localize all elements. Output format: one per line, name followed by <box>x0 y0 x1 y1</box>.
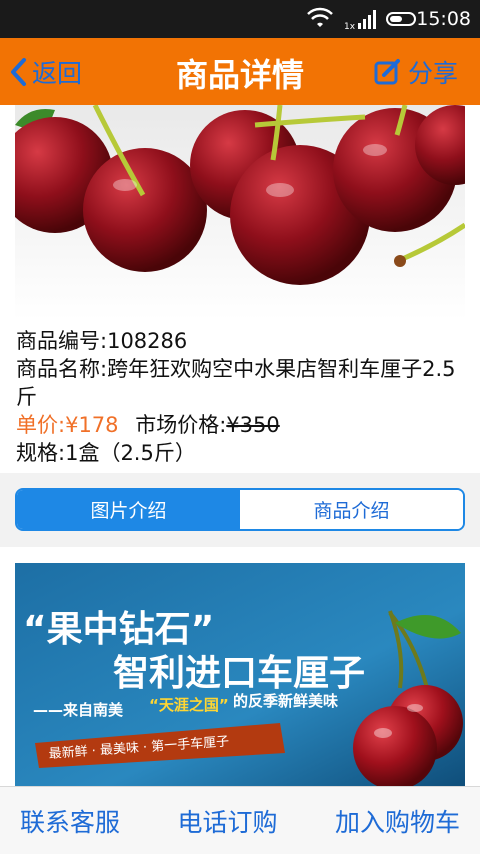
spec-value: 1盒（2.5斤） <box>65 441 196 465</box>
product-code: 108286 <box>107 329 188 353</box>
product-image <box>15 105 465 321</box>
market-price: ¥350 <box>226 413 280 437</box>
share-button[interactable]: 分享 <box>374 54 458 90</box>
edit-share-icon <box>374 59 400 85</box>
banner-subline-suffix: 的反季新鲜美味 <box>233 692 338 710</box>
product-name-row: 商品名称:跨年狂欢购空中水果店智利车厘子2.5斤 <box>16 355 466 411</box>
product-code-row: 商品编号:108286 <box>16 327 466 355</box>
banner-headline-1: “果中钻石” <box>23 609 214 650</box>
market-price-label: 市场价格: <box>135 413 227 437</box>
signal-label: 1x <box>344 22 356 31</box>
banner-headline-2: 智利进口车厘子 <box>113 653 365 694</box>
product-info: 商品编号:108286 商品名称:跨年狂欢购空中水果店智利车厘子2.5斤 单价:… <box>16 327 466 467</box>
detail-tabs: 图片介绍 商品介绍 <box>15 488 465 531</box>
unit-price: ¥178 <box>65 413 119 437</box>
banner-subline-quote: “天涯之国” <box>149 696 229 714</box>
content-scroll[interactable]: 商品编号:108286 商品名称:跨年狂欢购空中水果店智利车厘子2.5斤 单价:… <box>0 105 480 786</box>
status-time: 15:08 <box>416 8 471 30</box>
tab-image-intro[interactable]: 图片介绍 <box>17 490 240 529</box>
product-name-label: 商品名称: <box>16 357 108 381</box>
wifi-icon <box>307 7 333 27</box>
phone-order-button[interactable]: 电话订购 <box>177 803 277 839</box>
status-bar: 1x 15:08 <box>0 0 480 38</box>
promo-banner: “果中钻石” 智利进口车厘子 ——来自南美 “天涯之国” 的反季新鲜美味 最新鲜… <box>15 563 465 786</box>
banner-subline-prefix: ——来自南美 <box>33 701 124 719</box>
tab-product-intro[interactable]: 商品介绍 <box>240 490 463 529</box>
signal-icon: 1x <box>344 10 376 31</box>
header: 返回 商品详情 分享 <box>0 38 480 105</box>
share-label: 分享 <box>407 59 458 88</box>
price-row: 单价:¥178 市场价格:¥350 <box>16 411 466 439</box>
contact-service-button[interactable]: 联系客服 <box>20 803 120 839</box>
unit-price-label: 单价: <box>16 413 66 437</box>
spec-label: 规格: <box>16 441 66 465</box>
product-code-label: 商品编号: <box>16 329 108 353</box>
battery-icon <box>386 12 416 26</box>
bottom-action-bar: 联系客服 电话订购 加入购物车 <box>0 786 480 854</box>
spec-row: 规格:1盒（2.5斤） <box>16 439 466 467</box>
add-to-cart-button[interactable]: 加入购物车 <box>335 803 460 839</box>
